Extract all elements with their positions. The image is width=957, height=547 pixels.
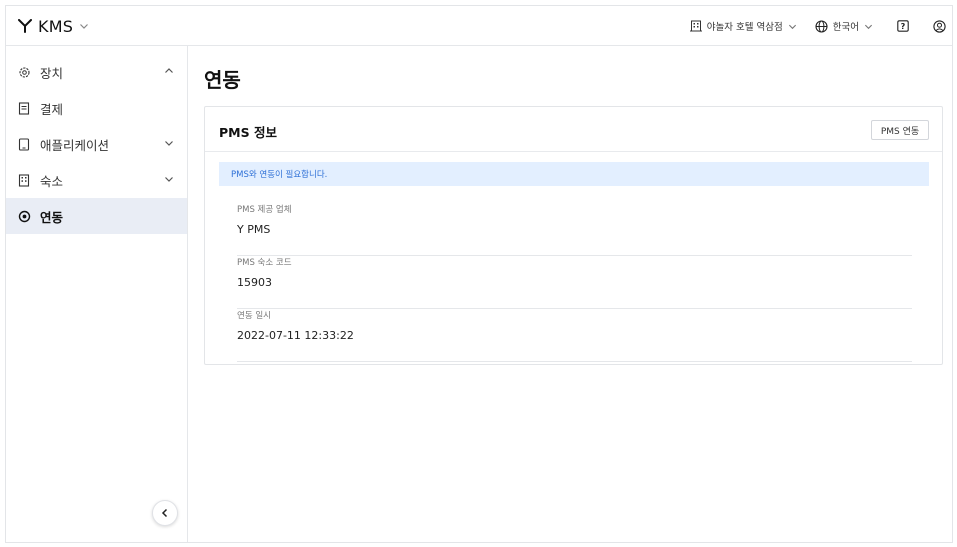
sidebar-item-application[interactable]: 애플리케이션 bbox=[6, 126, 187, 162]
y-logo-icon bbox=[18, 19, 32, 33]
language-selector[interactable]: 한국어 bbox=[815, 19, 873, 33]
sidebar-item-label: 장치 bbox=[40, 65, 64, 81]
field-value: Y PMS bbox=[237, 223, 271, 236]
app-window: KMS 야놀자 호텔 역삼점 한국어 ? 장치 결제 애플리케이션 숙소 연동 … bbox=[5, 5, 953, 543]
chevron-down-icon bbox=[788, 24, 796, 29]
sidebar-item-lodging[interactable]: 숙소 bbox=[6, 162, 187, 198]
sidebar-item-device[interactable]: 장치 bbox=[6, 54, 187, 90]
building-icon bbox=[16, 172, 32, 188]
sidebar-item-payment[interactable]: 결제 bbox=[6, 90, 187, 126]
chevron-left-icon bbox=[161, 508, 168, 518]
field-label: PMS 숙소 코드 bbox=[237, 258, 292, 268]
page-title: 연동 bbox=[204, 68, 241, 92]
app-switcher[interactable]: KMS bbox=[18, 16, 89, 36]
language-label: 한국어 bbox=[832, 22, 859, 33]
sidebar-item-integration[interactable]: 연동 bbox=[6, 198, 187, 234]
user-circle-icon bbox=[933, 19, 946, 33]
field-label: PMS 제공 업체 bbox=[237, 205, 292, 215]
card-title: PMS 정보 bbox=[219, 125, 277, 140]
tablet-icon bbox=[16, 136, 32, 152]
chevron-up-icon bbox=[165, 68, 173, 73]
help-square-icon: ? bbox=[897, 20, 909, 32]
help-button[interactable]: ? bbox=[897, 20, 909, 32]
field-label: 연동 일시 bbox=[237, 311, 271, 321]
building-icon bbox=[689, 20, 702, 32]
receipt-icon bbox=[16, 100, 32, 116]
chevron-down-icon bbox=[80, 24, 88, 29]
property-selector[interactable]: 야놀자 호텔 역삼점 bbox=[689, 19, 797, 33]
gear-icon bbox=[16, 64, 32, 80]
sidebar-collapse-button[interactable] bbox=[152, 500, 178, 526]
chevron-down-icon bbox=[165, 141, 173, 146]
field-value: 2022-07-11 12:33:22 bbox=[237, 329, 354, 342]
field-pms-property-code: PMS 숙소 코드 15903 bbox=[237, 256, 912, 309]
property-name: 야놀자 호텔 역삼점 bbox=[706, 22, 783, 33]
sidebar-item-label: 연동 bbox=[40, 209, 64, 225]
chevron-down-icon bbox=[165, 177, 173, 182]
card-header: PMS 정보 PMS 연동 bbox=[205, 107, 942, 152]
pms-info-card: PMS 정보 PMS 연동 PMS와 연동이 필요합니다. PMS 제공 업체 … bbox=[204, 106, 943, 365]
app-name: KMS bbox=[38, 16, 74, 36]
field-value: 15903 bbox=[237, 276, 272, 289]
field-integration-datetime: 연동 일시 2022-07-11 12:33:22 bbox=[237, 309, 912, 362]
globe-icon bbox=[815, 19, 828, 33]
sidebar: 장치 결제 애플리케이션 숙소 연동 bbox=[6, 46, 188, 542]
chevron-down-icon bbox=[864, 24, 873, 29]
sidebar-item-label: 애플리케이션 bbox=[40, 137, 110, 153]
svg-text:?: ? bbox=[901, 22, 906, 31]
field-pms-provider: PMS 제공 업체 Y PMS bbox=[237, 203, 912, 256]
sidebar-item-label: 결제 bbox=[40, 101, 64, 117]
account-button[interactable] bbox=[933, 19, 946, 33]
top-header: KMS 야놀자 호텔 역삼점 한국어 ? bbox=[6, 6, 952, 46]
pms-connect-button[interactable]: PMS 연동 bbox=[871, 120, 929, 140]
sidebar-item-label: 숙소 bbox=[40, 173, 64, 189]
link-eye-icon bbox=[16, 208, 32, 224]
info-alert: PMS와 연동이 필요합니다. bbox=[219, 162, 929, 186]
